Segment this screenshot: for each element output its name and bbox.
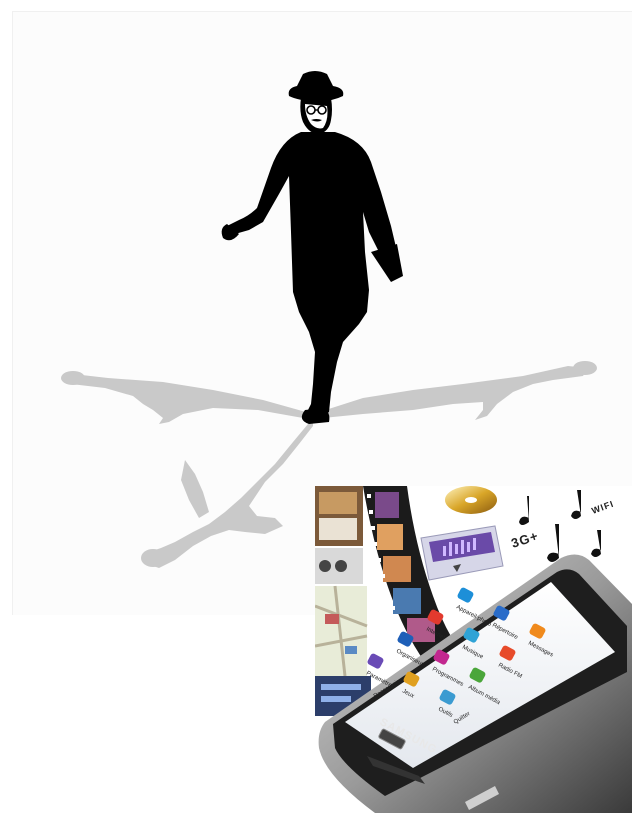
figure <box>221 71 403 424</box>
shadow-left <box>61 371 313 424</box>
disc-icon <box>445 486 497 514</box>
shadow-right <box>313 361 597 420</box>
collage-strip <box>315 486 371 716</box>
page: 3G+ WIFI Appareil photo Répertoire Message… <box>0 0 632 813</box>
phone-photo-svg: 3G+ WIFI Appareil photoRépertoireMessage… <box>315 486 632 813</box>
phone-photo: 3G+ WIFI Appareil photo Répertoire Message… <box>315 486 632 813</box>
shadow-bottom <box>141 418 313 568</box>
